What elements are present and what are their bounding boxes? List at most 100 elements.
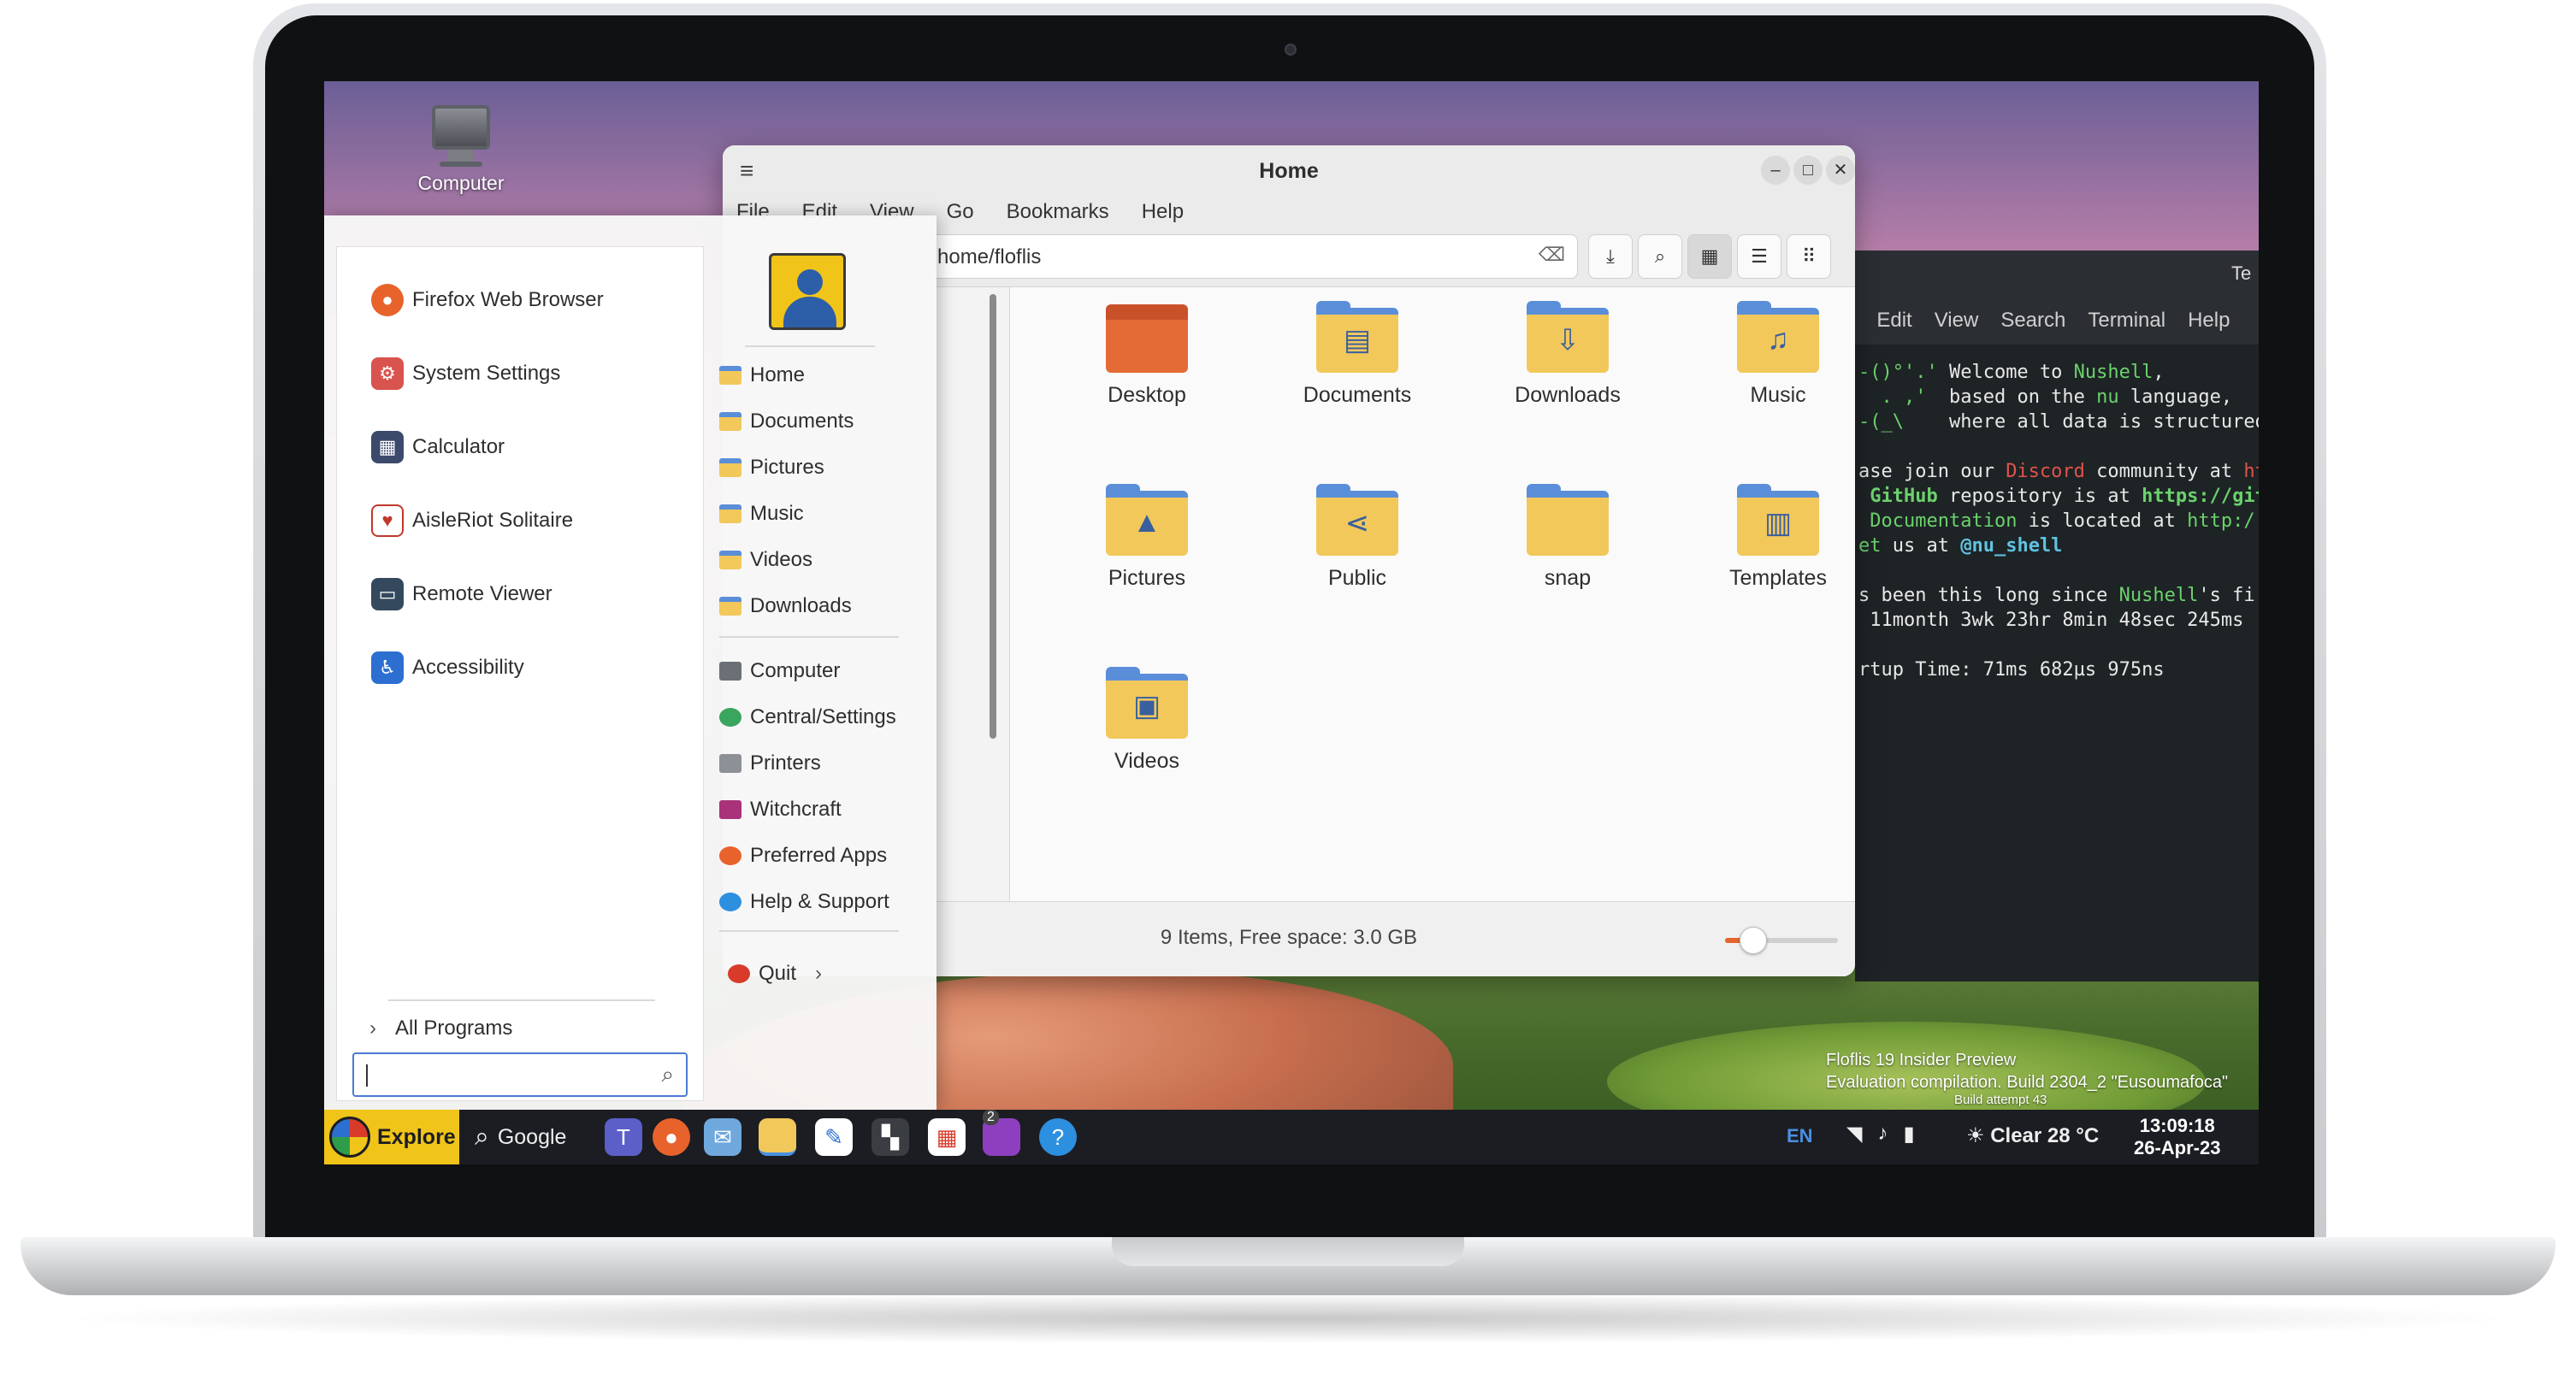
desktop-icon-computer[interactable]: Computer [410, 105, 512, 195]
system-computer[interactable]: Computer [719, 657, 840, 686]
place-downloads[interactable]: Downloads [719, 592, 852, 621]
terminal-menubar: e Edit View Search Terminal Help [1843, 300, 2259, 345]
system-help-support[interactable]: Help & Support [719, 887, 889, 917]
divider [745, 345, 875, 347]
menu-help[interactable]: Help [1142, 200, 1184, 227]
zoom-slider[interactable] [1725, 927, 1838, 954]
place-documents[interactable]: Documents [719, 407, 854, 436]
help-icon[interactable]: ? [1039, 1118, 1077, 1156]
system-printers[interactable]: Printers [719, 749, 821, 778]
app-firefox[interactable]: ● Firefox Web Browser [371, 281, 604, 319]
maximize-button[interactable]: □ [1793, 156, 1823, 185]
clear-location-icon[interactable]: ⌫ [1539, 244, 1565, 266]
terminal-menu-view[interactable]: View [1935, 309, 1979, 345]
software-center-icon[interactable]: ▦ [928, 1118, 966, 1156]
quit-button[interactable]: Quit › [728, 959, 822, 988]
place-pictures[interactable]: Pictures [719, 453, 824, 482]
terminal-menu-search[interactable]: Search [2000, 309, 2065, 345]
folder-label: Documents [1303, 383, 1412, 407]
downloads-folder-icon: ⇩ [1527, 301, 1609, 373]
place-music[interactable]: Music [719, 499, 804, 528]
location-bar[interactable]: home/floflis ⌫ [926, 234, 1578, 279]
system-preferred-apps[interactable]: Preferred Apps [719, 841, 887, 870]
search-button[interactable]: ⌕ [1638, 234, 1682, 279]
minimize-button[interactable]: – [1761, 156, 1790, 185]
folder-desktop[interactable]: Desktop [1070, 301, 1224, 408]
files-titlebar[interactable]: ≡ Home – □ ✕ [723, 145, 1855, 198]
start-menu[interactable]: ● Firefox Web Browser ⚙ System Settings … [324, 215, 936, 1110]
app-accessibility[interactable]: ♿ Accessibility [371, 649, 524, 687]
compact-view-button[interactable]: ⠿ [1787, 234, 1831, 279]
folder-pictures[interactable]: ▲ Pictures [1070, 484, 1224, 591]
nushell-logo-line2: . ,' [1858, 386, 1927, 408]
list-view-button[interactable]: ☰ [1737, 234, 1781, 279]
folder-icon [719, 412, 741, 431]
terminal-menu-help[interactable]: Help [2188, 309, 2230, 345]
user-avatar[interactable] [769, 253, 846, 330]
terminal-menu-edit[interactable]: Edit [1876, 309, 1911, 345]
place-home[interactable]: Home [719, 361, 805, 390]
sidebar-scrollbar[interactable] [990, 294, 996, 739]
app-remote-viewer[interactable]: ▭ Remote Viewer [371, 575, 552, 613]
system-label: Central/Settings [750, 705, 896, 728]
firefox-icon[interactable]: ● [653, 1118, 690, 1156]
terminal-icon[interactable]: ▚ [871, 1118, 909, 1156]
weather-widget[interactable]: ☀ Clear 28 °C [1966, 1123, 2099, 1148]
weather-text: Clear 28 °C [1990, 1124, 2100, 1147]
computer-icon [719, 662, 741, 681]
explore-logo-icon [329, 1117, 370, 1158]
menu-bookmarks[interactable]: Bookmarks [1007, 200, 1109, 227]
place-videos[interactable]: Videos [719, 545, 812, 575]
files-icon[interactable] [759, 1118, 796, 1156]
terminal-output[interactable]: -()°'.' Welcome to Nushell, . ,' based o… [1855, 345, 2259, 682]
mail-icon[interactable]: ✉ [704, 1118, 741, 1156]
text-editor-icon[interactable]: ✎ [815, 1118, 853, 1156]
folder-downloads[interactable]: ⇩ Downloads [1491, 301, 1645, 408]
folder-label: Templates [1729, 566, 1827, 590]
witchcraft-icon[interactable]: 2 [983, 1110, 1020, 1156]
keyboard-layout[interactable]: EN [1787, 1125, 1813, 1147]
computer-icon-stand [448, 150, 474, 162]
terminal-menu-terminal[interactable]: Terminal [2088, 309, 2165, 345]
nushell-logo-line3: -(_\ [1858, 411, 1916, 433]
start-search-input[interactable]: ⌕ [352, 1052, 688, 1097]
app-calculator[interactable]: ▦ Calculator [371, 428, 505, 466]
clock[interactable]: 13:09:18 26-Apr-23 [2134, 1115, 2220, 1159]
sort-button[interactable]: ⤓ [1588, 234, 1633, 279]
compact-grid-icon: ⠿ [1801, 245, 1817, 267]
nushell-logo-line1: -()°'.' [1858, 362, 1938, 383]
app-system-settings[interactable]: ⚙ System Settings [371, 355, 560, 392]
system-witchcraft[interactable]: Witchcraft [719, 795, 842, 824]
menu-go[interactable]: Go [947, 200, 974, 227]
folder-label: Desktop [1108, 383, 1186, 407]
system-central-settings[interactable]: Central/Settings [719, 703, 896, 732]
folder-music[interactable]: ♫ Music [1701, 301, 1855, 408]
witchcraft-icon [719, 800, 741, 819]
folder-snap[interactable]: snap [1491, 484, 1645, 591]
teams-icon[interactable]: T [605, 1118, 642, 1156]
battery-icon[interactable]: ▮ [1903, 1122, 1914, 1146]
zoom-slider-handle[interactable] [1740, 927, 1767, 954]
folder-documents[interactable]: ▤ Documents [1280, 301, 1434, 408]
folder-public[interactable]: ⋖ Public [1280, 484, 1434, 591]
files-content[interactable]: Desktop ▤ Documents ⇩ Downloads ♫ Music … [1010, 287, 1855, 901]
firefox-icon: ● [371, 284, 404, 316]
google-search-button[interactable]: ⌕ Google [475, 1110, 566, 1164]
folder-videos[interactable]: ▣ Videos [1070, 667, 1224, 774]
grid-view-button[interactable]: ▦ [1687, 234, 1732, 279]
app-label: AisleRiot Solitaire [412, 509, 574, 532]
close-button[interactable]: ✕ [1826, 156, 1855, 185]
pictures-folder-icon: ▲ [1106, 484, 1188, 556]
search-icon[interactable]: ⌕ [661, 1061, 674, 1088]
folder-label: Public [1327, 566, 1387, 590]
power-icon [728, 964, 750, 983]
app-label: Accessibility [412, 656, 524, 679]
app-aisleriot[interactable]: ♥ AisleRiot Solitaire [371, 502, 573, 539]
all-programs-button[interactable]: › All Programs [369, 1017, 512, 1040]
explore-button[interactable]: Explore [324, 1110, 459, 1164]
wifi-icon[interactable]: ◥ [1846, 1122, 1862, 1146]
folder-templates[interactable]: ▥ Templates [1701, 484, 1855, 591]
volume-icon[interactable]: ♪ [1877, 1122, 1888, 1146]
terminal-window[interactable]: Te e Edit View Search Terminal Help -()°… [1843, 250, 2259, 981]
text-caret [366, 1064, 368, 1087]
